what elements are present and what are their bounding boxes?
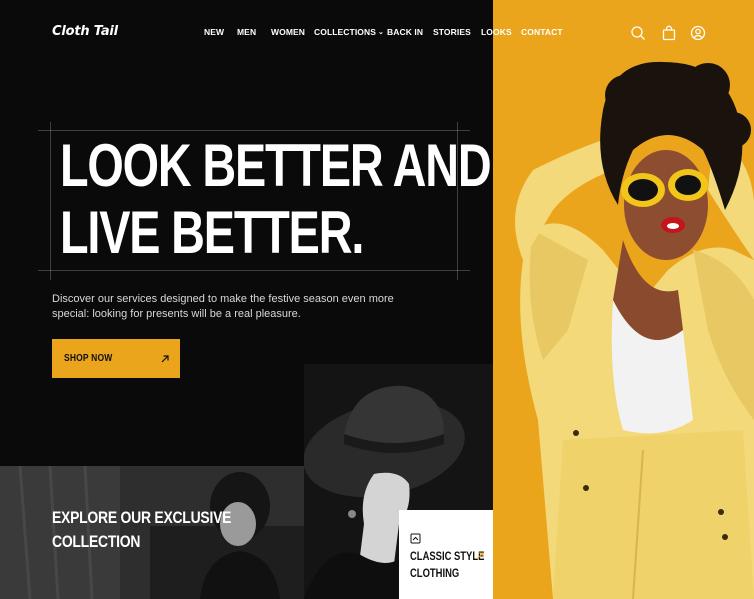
nav-item-collections-label: COLLECTIONS xyxy=(314,27,377,37)
nav-item-contact[interactable]: CONTACT xyxy=(521,27,563,37)
hero-headline-line1: LOOK BETTER AND xyxy=(60,132,492,199)
classic-title: CLASSIC STYLE CLOTHING xyxy=(410,549,484,583)
hero-headline-line2: LIVE BETTER. xyxy=(60,199,364,266)
brand-logo[interactable]: Cloth Tail xyxy=(52,24,118,39)
arrow-up-right-icon xyxy=(161,354,169,362)
hero-subtext: Discover our services designed to make t… xyxy=(52,293,394,320)
shop-now-button[interactable]: SHOP NOW xyxy=(52,339,180,378)
shop-now-label: SHOP NOW xyxy=(64,353,113,364)
classic-title-line1: CLASSIC STYLE xyxy=(410,551,485,563)
nav-item-collections[interactable]: COLLECTIONS ⌄ xyxy=(314,27,384,37)
nav-item-back-in[interactable]: BACK IN xyxy=(387,27,423,37)
search-icon[interactable] xyxy=(630,25,646,41)
chevron-down-icon: ⌄ xyxy=(378,29,384,36)
explore-title: EXPLORE OUR EXCLUSIVE COLLECTION xyxy=(52,506,232,554)
hero-headline: LOOK BETTER AND LIVE BETTER. xyxy=(60,132,492,266)
nav-item-new[interactable]: NEW xyxy=(204,27,224,37)
nav-item-looks[interactable]: LOOKS xyxy=(481,27,512,37)
explore-title-line2: COLLECTION xyxy=(52,532,141,551)
classic-title-line2: CLOTHING xyxy=(410,568,460,580)
arrow-up-right-icon xyxy=(476,552,484,560)
nav-item-men[interactable]: MEN xyxy=(237,27,256,37)
nav-item-women[interactable]: WOMEN xyxy=(271,27,305,37)
explore-collection-tile[interactable]: EXPLORE OUR EXCLUSIVE COLLECTION xyxy=(0,466,304,599)
guide-line-left xyxy=(50,122,51,280)
guide-line-bottom xyxy=(38,270,470,271)
hanger-icon xyxy=(410,533,421,544)
model-illustration xyxy=(515,61,754,599)
bag-icon[interactable] xyxy=(661,25,677,41)
explore-title-line1: EXPLORE OUR EXCLUSIVE xyxy=(52,508,232,527)
guide-line-top xyxy=(38,130,470,131)
user-icon[interactable] xyxy=(690,25,706,41)
hero-model-image xyxy=(493,0,754,599)
nav-item-stories[interactable]: STORIES xyxy=(433,27,471,37)
classic-style-card[interactable]: CLASSIC STYLE CLOTHING xyxy=(399,510,493,599)
